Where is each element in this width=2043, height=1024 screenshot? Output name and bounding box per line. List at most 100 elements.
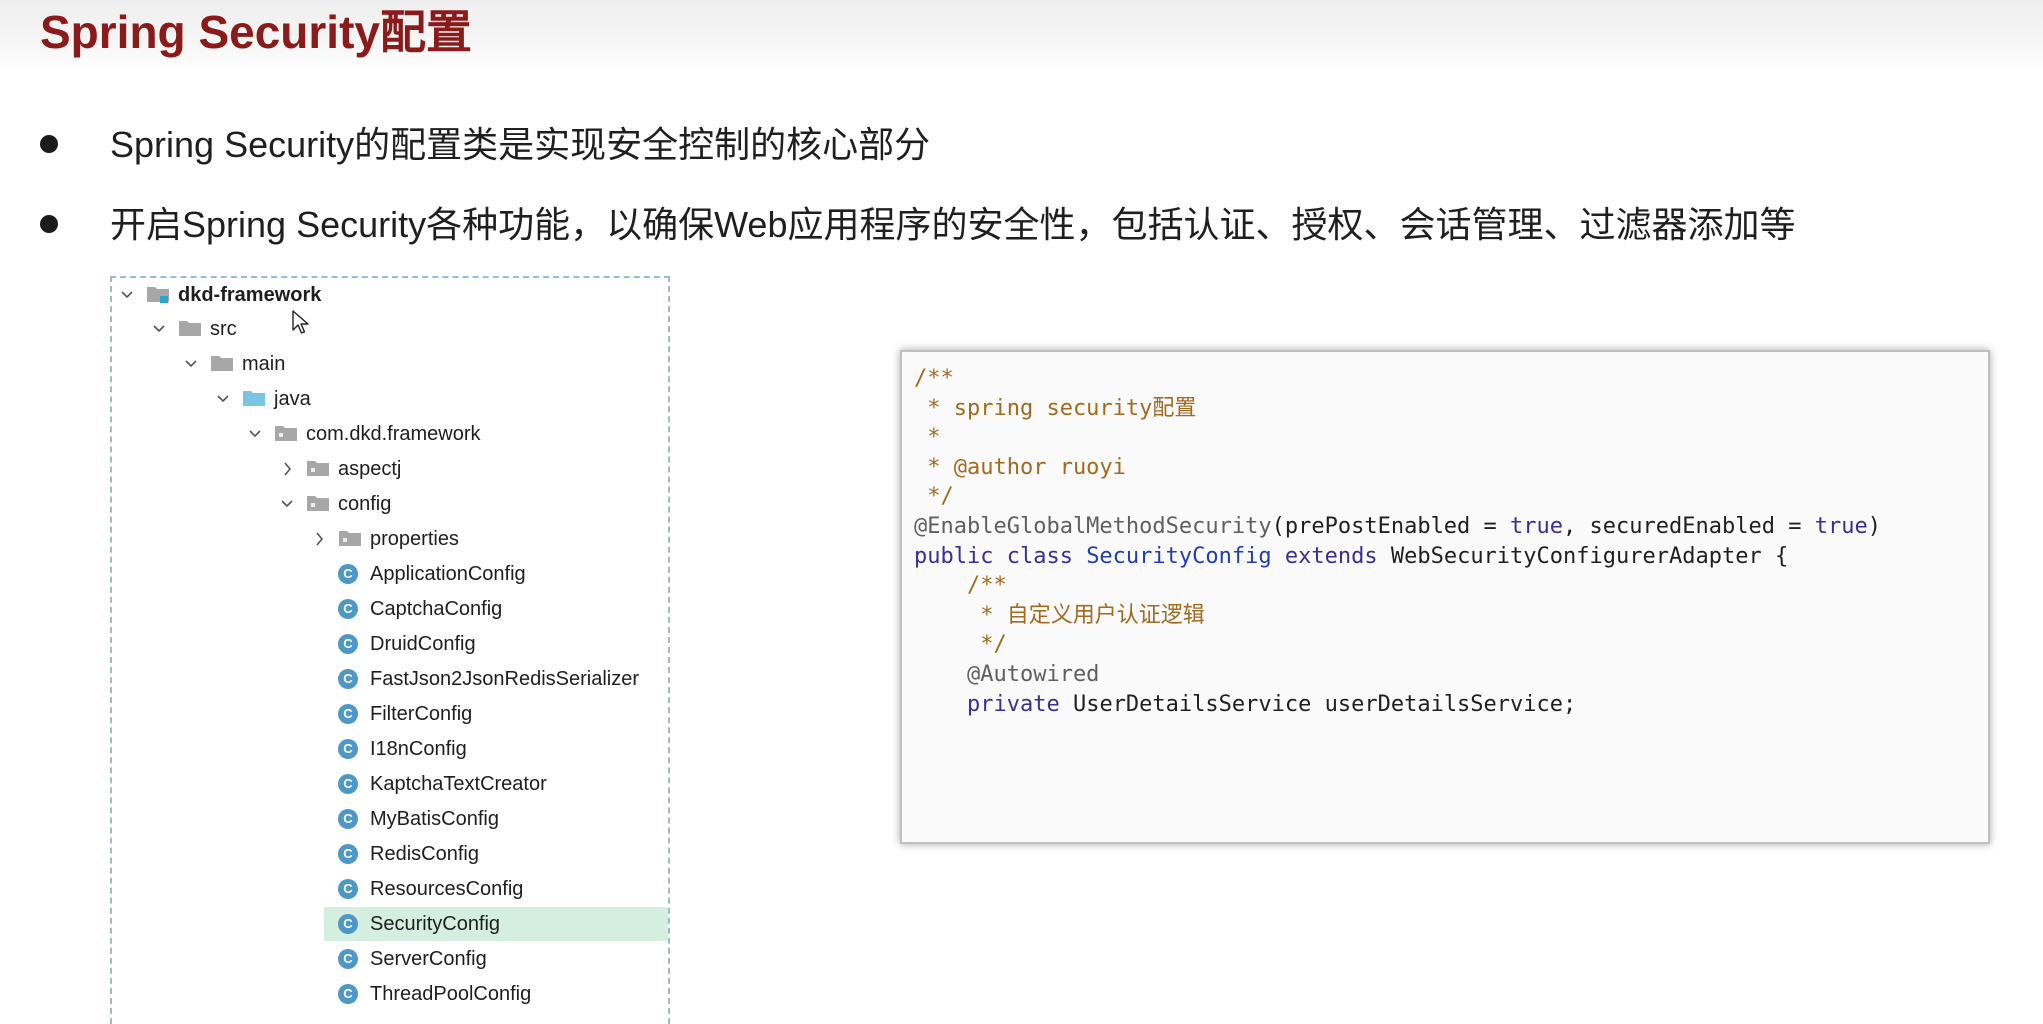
chevron-down-icon[interactable] <box>246 417 264 451</box>
bullet-item: 开启Spring Security各种功能，以确保Web应用程序的安全性，包括认… <box>40 200 1795 250</box>
tree-item-applicationconfig[interactable]: C ApplicationConfig <box>112 557 668 591</box>
tree-item-resourcesconfig[interactable]: C ResourcesConfig <box>112 872 668 906</box>
bullet-text: Spring Security的配置类是实现安全控制的核心部分 <box>110 124 931 165</box>
code-snippet-box: /** * spring security配置 * * @author ruoy… <box>900 350 1990 844</box>
project-tree-panel: dkd-framework src main java com.dkd.framewor… <box>110 276 670 1024</box>
code-token: * 自定义用户认证逻辑 <box>914 602 1205 628</box>
tree-item-label: src <box>210 318 237 340</box>
code-token: * <box>914 425 941 451</box>
code-token: @Autowired <box>914 662 1100 687</box>
package-icon <box>274 424 298 442</box>
code-line: public class SecurityConfig extends WebS… <box>914 538 1788 576</box>
tree-item-com-dkd-framework[interactable]: com.dkd.framework <box>112 417 668 451</box>
class-icon: C <box>338 809 358 829</box>
code-token: extends <box>1271 543 1391 569</box>
tree-item-label: MyBatisConfig <box>370 808 499 830</box>
tree-item-label: RedisConfig <box>370 843 479 865</box>
tree-item-config[interactable]: config <box>112 487 668 521</box>
tree-item-label: ServerConfig <box>370 948 487 970</box>
code-token: SecurityConfig <box>1086 543 1272 569</box>
class-icon: C <box>338 774 358 794</box>
tree-item-label: com.dkd.framework <box>306 423 481 445</box>
class-icon: C <box>338 704 358 724</box>
tree-item-redisconfig[interactable]: C RedisConfig <box>112 837 668 871</box>
tree-item-label: KaptchaTextCreator <box>370 773 547 795</box>
chevron-down-icon[interactable] <box>214 382 232 416</box>
code-token: * spring security配置 <box>914 395 1197 421</box>
tree-item-properties[interactable]: properties <box>112 522 668 556</box>
tree-item-i18nconfig[interactable]: C I18nConfig <box>112 732 668 766</box>
class-icon: C <box>338 949 358 969</box>
folder-icon <box>178 319 202 337</box>
tree-item-label: main <box>242 353 286 375</box>
class-icon: C <box>338 669 358 689</box>
code-line: private UserDetailsService userDetailsSe… <box>914 686 1576 724</box>
tree-item-securityconfig[interactable]: C SecurityConfig <box>324 907 668 941</box>
tree-item-mybatisconfig[interactable]: C MyBatisConfig <box>112 802 668 836</box>
tree-item-captchaconfig[interactable]: C CaptchaConfig <box>112 592 668 626</box>
tree-item-druidconfig[interactable]: C DruidConfig <box>112 627 668 661</box>
class-icon: C <box>338 739 358 759</box>
class-icon: C <box>338 599 358 619</box>
code-token: ) <box>1867 514 1881 539</box>
tree-item-main[interactable]: main <box>112 347 668 381</box>
code-token: * @author ruoyi <box>914 454 1126 480</box>
mouse-cursor-icon <box>292 310 309 334</box>
class-icon: C <box>338 984 358 1004</box>
bullet-dot <box>40 215 58 234</box>
tree-item-label: ThreadPoolConfig <box>370 983 532 1005</box>
tree-item-fastjson2jsonredisserializer[interactable]: C FastJson2JsonRedisSerializer <box>112 662 668 696</box>
code-token: private <box>914 691 1073 717</box>
module-icon <box>146 285 170 303</box>
chevron-down-icon[interactable] <box>150 312 168 346</box>
tree-item-label: aspectj <box>338 458 402 480</box>
chevron-down-icon[interactable] <box>278 487 296 521</box>
tree-item-label: properties <box>370 528 459 550</box>
tree-item-label: SecurityConfig <box>370 913 501 935</box>
code-token: (prePostEnabled = <box>1271 514 1511 539</box>
class-icon: C <box>338 634 358 654</box>
tree-item-label: java <box>274 388 311 410</box>
code-token: , securedEnabled = <box>1563 514 1815 539</box>
tree-item-src[interactable]: src <box>112 312 668 346</box>
tree-item-label: ResourcesConfig <box>370 878 524 900</box>
class-icon: C <box>338 844 358 864</box>
code-token: @EnableGlobalMethodSecurity <box>914 514 1272 539</box>
class-icon: C <box>338 914 358 934</box>
code-line: * spring security配置 <box>914 390 1196 428</box>
tree-item-aspectj[interactable]: aspectj <box>112 452 668 486</box>
package-icon <box>338 529 362 547</box>
code-token: /** <box>914 366 954 391</box>
chevron-down-icon[interactable] <box>182 347 200 381</box>
tree-item-label: FilterConfig <box>370 703 473 725</box>
chevron-right-icon[interactable] <box>278 452 296 486</box>
code-token: public class <box>914 543 1087 569</box>
folder-icon <box>210 354 234 372</box>
code-token: */ <box>914 632 1007 658</box>
tree-item-threadpoolconfig[interactable]: C ThreadPoolConfig <box>112 977 668 1011</box>
code-token: true <box>1814 514 1868 539</box>
tree-item-dkd-framework[interactable]: dkd-framework <box>112 278 668 312</box>
code-token: WebSecurityConfigurerAdapter { <box>1390 543 1789 569</box>
class-icon: C <box>338 879 358 899</box>
tree-item-label: config <box>338 493 392 515</box>
tree-item-kaptchatextcreator[interactable]: C KaptchaTextCreator <box>112 767 668 801</box>
source-folder-icon <box>242 389 266 407</box>
chevron-down-icon[interactable] <box>118 278 136 312</box>
tree-item-java[interactable]: java <box>112 382 668 416</box>
tree-item-filterconfig[interactable]: C FilterConfig <box>112 697 668 731</box>
chevron-right-icon[interactable] <box>310 522 328 556</box>
tree-item-label: dkd-framework <box>178 284 322 306</box>
tree-item-label: CaptchaConfig <box>370 598 503 620</box>
slide-title: Spring Security配置 <box>40 6 472 58</box>
tree-item-label: DruidConfig <box>370 633 476 655</box>
class-icon: C <box>338 564 358 584</box>
code-token: */ <box>914 484 954 510</box>
bullet-text: 开启Spring Security各种功能，以确保Web应用程序的安全性，包括认… <box>110 204 1796 245</box>
tree-item-label: I18nConfig <box>370 738 467 760</box>
tree-item-label: ApplicationConfig <box>370 563 526 585</box>
code-token: /** <box>914 573 1007 599</box>
package-icon <box>306 459 330 477</box>
tree-item-serverconfig[interactable]: C ServerConfig <box>112 942 668 976</box>
code-token: true <box>1510 514 1564 539</box>
